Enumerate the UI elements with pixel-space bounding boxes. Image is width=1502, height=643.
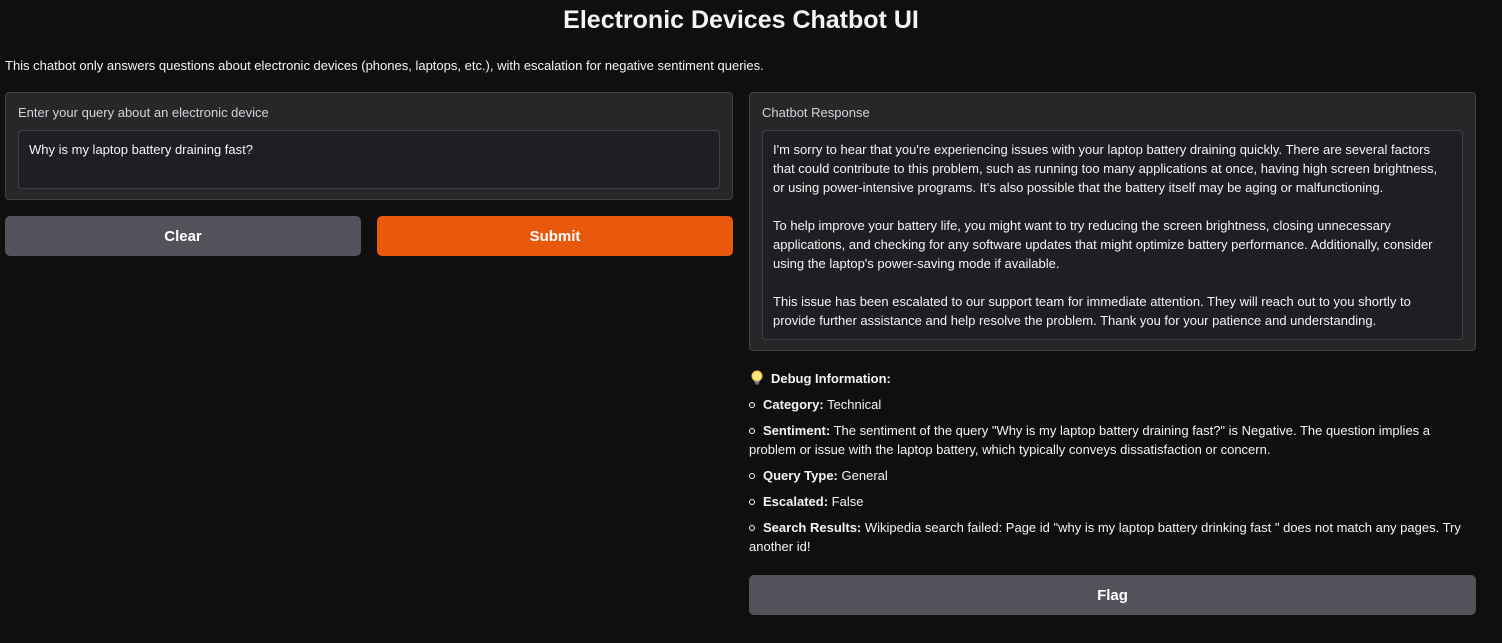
page-description: This chatbot only answers questions abou… (5, 58, 764, 73)
debug-heading: Debug Information: (749, 369, 1469, 387)
debug-key: Escalated: (763, 494, 829, 509)
debug-item-query-type: Query Type: General (749, 466, 1469, 485)
debug-value: General (841, 468, 888, 483)
debug-item-search-results: Search Results: Wikipedia search failed:… (749, 518, 1469, 556)
debug-heading-text: Debug Information: (771, 370, 891, 386)
debug-value: False (831, 494, 864, 509)
chatbot-page: Electronic Devices Chatbot UI This chatb… (0, 0, 1502, 643)
bullet-icon (749, 524, 755, 531)
response-paragraph: This issue has been escalated to our sup… (773, 294, 1411, 328)
bullet-icon (749, 401, 755, 408)
response-paragraph: To help improve your battery life, you m… (773, 218, 1433, 271)
debug-item-escalated: Escalated: False (749, 492, 1469, 511)
debug-info: Debug Information: Category: Technical S… (749, 369, 1469, 563)
debug-key: Sentiment: (763, 423, 831, 438)
debug-item-sentiment: Sentiment: The sentiment of the query "W… (749, 421, 1469, 459)
query-input[interactable]: Why is my laptop battery draining fast? (18, 130, 720, 189)
lightbulb-icon (749, 370, 765, 386)
query-label: Enter your query about an electronic dev… (18, 105, 269, 120)
response-panel: Chatbot Response I'm sorry to hear that … (749, 92, 1476, 351)
response-output[interactable]: I'm sorry to hear that you're experienci… (762, 130, 1463, 340)
submit-button[interactable]: Submit (377, 216, 733, 256)
response-paragraph: I'm sorry to hear that you're experienci… (773, 142, 1438, 195)
clear-button[interactable]: Clear (5, 216, 361, 256)
debug-value: Technical (827, 397, 882, 412)
response-label: Chatbot Response (762, 105, 870, 120)
flag-button[interactable]: Flag (749, 575, 1476, 615)
bullet-icon (749, 498, 755, 505)
bullet-icon (749, 472, 755, 479)
debug-item-category: Category: Technical (749, 395, 1469, 414)
query-panel: Enter your query about an electronic dev… (5, 92, 733, 200)
debug-key: Search Results: (763, 520, 862, 535)
bullet-icon (749, 427, 755, 434)
debug-key: Query Type: (763, 468, 838, 483)
page-title: Electronic Devices Chatbot UI (563, 6, 919, 34)
debug-value: The sentiment of the query "Why is my la… (749, 423, 1431, 457)
debug-key: Category: (763, 397, 824, 412)
